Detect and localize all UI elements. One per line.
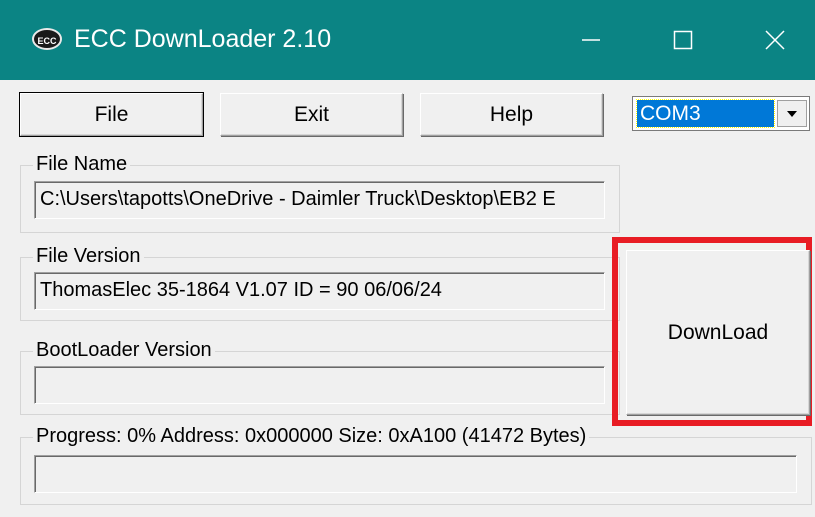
file-version-group: File Version ThomasElec 35-1864 V1.07 ID… xyxy=(20,244,620,321)
close-button[interactable] xyxy=(730,0,815,80)
bootloader-version-group: BootLoader Version xyxy=(20,338,620,415)
progress-group: Progress: 0% Address: 0x000000 Size: 0xA… xyxy=(20,424,812,505)
exit-button[interactable]: Exit xyxy=(220,93,403,136)
chevron-down-icon xyxy=(787,110,797,117)
client-area: File Exit Help COM3 File Name C:\Users\t… xyxy=(0,80,815,517)
file-version-field[interactable]: ThomasElec 35-1864 V1.07 ID = 90 06/06/2… xyxy=(34,272,605,310)
progress-label: Progress: 0% Address: 0x000000 Size: 0xA… xyxy=(33,424,590,448)
file-button[interactable]: File xyxy=(19,92,204,137)
com-port-select[interactable]: COM3 xyxy=(632,96,810,131)
download-button[interactable]: DownLoad xyxy=(626,250,810,415)
minimize-icon xyxy=(582,39,600,41)
file-name-label: File Name xyxy=(33,152,131,176)
bootloader-version-field[interactable] xyxy=(34,366,605,404)
dropdown-button[interactable] xyxy=(777,100,807,127)
file-name-group: File Name C:\Users\tapotts\OneDrive - Da… xyxy=(20,152,620,233)
bootloader-version-label: BootLoader Version xyxy=(33,338,215,362)
close-icon xyxy=(765,30,785,50)
minimize-button[interactable] xyxy=(546,0,636,80)
maximize-icon xyxy=(673,30,693,50)
file-name-field[interactable]: C:\Users\tapotts\OneDrive - Daimler Truc… xyxy=(34,181,605,219)
title-bar[interactable]: ECC ECC DownLoader 2.10 xyxy=(0,0,815,80)
progress-bar xyxy=(34,455,797,493)
window-title: ECC DownLoader 2.10 xyxy=(74,25,332,53)
help-button[interactable]: Help xyxy=(420,93,603,136)
com-port-value: COM3 xyxy=(636,99,775,128)
maximize-button[interactable] xyxy=(638,0,728,80)
file-version-label: File Version xyxy=(33,244,144,268)
app-icon[interactable]: ECC xyxy=(32,28,62,50)
